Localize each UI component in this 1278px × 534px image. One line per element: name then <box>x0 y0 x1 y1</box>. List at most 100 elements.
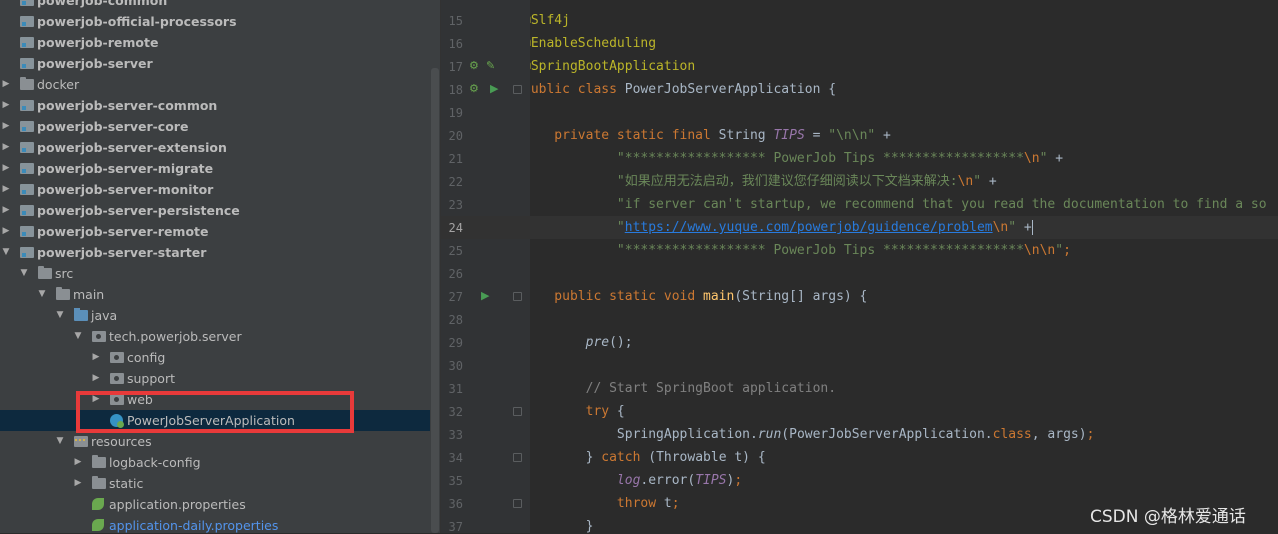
expand-down-icon[interactable]: ▼ <box>1 242 11 263</box>
expand-down-icon[interactable]: ▼ <box>19 263 29 284</box>
tree-item[interactable]: ▼ powerjob-server-starter <box>0 242 430 263</box>
tree-item-label: powerjob-server-remote <box>37 224 209 239</box>
tree-item-label: java <box>91 308 118 323</box>
module-icon <box>20 58 34 69</box>
expand-right-icon[interactable]: ▶ <box>1 137 11 158</box>
expand-down-icon[interactable]: ▼ <box>55 305 65 326</box>
code-line[interactable]: @SpringBootApplication <box>530 55 695 78</box>
code-token: " <box>973 174 982 189</box>
code-token: "如果应用无法启动，我们建议您仔细阅读以下文档来解决: <box>616 174 958 189</box>
code-line[interactable]: } catch (Throwable t) { <box>530 446 766 469</box>
tree-item[interactable]: ▶ powerjob-server-common <box>0 95 430 116</box>
code-token: ; <box>1063 243 1071 258</box>
code-line[interactable]: "if server can't startup, we recommend t… <box>530 193 1267 216</box>
fold-marker-icon[interactable] <box>513 453 522 462</box>
code-line[interactable]: "****************** PowerJob Tips ******… <box>530 239 1071 262</box>
tree-item[interactable]: powerjob-remote <box>0 32 430 53</box>
tree-item[interactable]: ▶ powerjob-server-migrate <box>0 158 430 179</box>
code-token: PowerJobServerApplication { <box>624 82 837 97</box>
line-number: 23 <box>448 198 463 212</box>
code-editor[interactable]: @Slf4j @EnableScheduling @SpringBootApplic… <box>530 0 1278 533</box>
tree-item[interactable]: ▶ docker <box>0 74 430 95</box>
tree-item[interactable]: ▶ config <box>0 347 430 368</box>
fold-marker-icon[interactable] <box>513 407 522 416</box>
run-icon[interactable]: ▶ <box>490 83 498 95</box>
code-token: pre <box>585 335 610 350</box>
code-line[interactable]: "****************** PowerJob Tips ******… <box>530 147 1063 170</box>
line-number: 37 <box>448 520 463 534</box>
code-line[interactable]: // Start SpringBoot application. <box>530 377 836 400</box>
fold-marker-icon[interactable] <box>513 499 522 508</box>
code-line[interactable]: "https://www.yuque.com/powerjob/guidence… <box>530 216 1033 239</box>
expand-right-icon[interactable]: ▶ <box>1 200 11 221</box>
line-number: 22 <box>448 175 463 189</box>
code-token: SpringApplication. <box>530 427 758 442</box>
code-token: run <box>757 427 782 442</box>
code-token: https://www.yuque.com/powerjob/guidence/… <box>624 220 993 235</box>
tree-item[interactable]: ▼ resources <box>0 431 430 452</box>
project-tree-scrollbar[interactable] <box>430 0 440 533</box>
spring-bean-icon[interactable]: ⚙ <box>469 60 479 72</box>
code-line[interactable]: try { <box>530 400 625 423</box>
line-number: 30 <box>448 359 463 373</box>
expand-right-icon[interactable]: ▶ <box>1 221 11 242</box>
line-number: 15 <box>448 14 463 28</box>
code-line[interactable]: @EnableScheduling <box>530 32 656 55</box>
code-token: = <box>804 128 829 143</box>
expand-right-icon[interactable]: ▶ <box>1 74 11 95</box>
tree-item[interactable]: ▼ main <box>0 284 430 305</box>
code-token: catch <box>601 450 649 465</box>
tree-item[interactable]: ▶ support <box>0 368 430 389</box>
tree-item[interactable]: ▶ powerjob-server-remote <box>0 221 430 242</box>
tree-item[interactable]: powerjob-server <box>0 53 430 74</box>
tree-item[interactable]: ▼ java <box>0 305 430 326</box>
code-line[interactable]: log.error(TIPS); <box>530 469 742 492</box>
expand-down-icon[interactable]: ▼ <box>73 326 83 347</box>
expand-down-icon[interactable]: ▼ <box>55 431 65 452</box>
project-tree-panel[interactable]: powerjob-common powerjob-official-process… <box>0 0 430 533</box>
tree-item[interactable]: ▶ powerjob-server-persistence <box>0 200 430 221</box>
tree-item[interactable]: powerjob-official-processors <box>0 11 430 32</box>
tree-item[interactable]: ▼ tech.powerjob.server <box>0 326 430 347</box>
line-number: 28 <box>448 313 463 327</box>
editor-gutter[interactable]: 151617⚙✎18⚙▶192021222324💡252627▶28293031… <box>441 0 546 534</box>
code-line[interactable]: @Slf4j <box>530 9 570 32</box>
tree-item[interactable]: application-daily.properties <box>0 515 430 533</box>
tree-item[interactable]: ▼ src <box>0 263 430 284</box>
run-icon[interactable]: ▶ <box>481 290 489 302</box>
tree-item[interactable]: powerjob-common <box>0 0 430 11</box>
scrollbar-thumb[interactable] <box>431 68 439 533</box>
expand-right-icon[interactable]: ▶ <box>1 179 11 200</box>
code-line[interactable]: pre(); <box>530 331 633 354</box>
code-line[interactable]: private static final String TIPS = "\n\n… <box>530 124 891 147</box>
expand-right-icon[interactable]: ▶ <box>73 452 83 473</box>
fold-marker-icon[interactable] <box>513 85 522 94</box>
code-line[interactable]: public static void main(String[] args) { <box>530 285 867 308</box>
expand-right-icon[interactable]: ▶ <box>91 368 101 389</box>
code-line[interactable]: SpringApplication.run(PowerJobServerAppl… <box>530 423 1094 446</box>
expand-right-icon[interactable]: ▶ <box>1 95 11 116</box>
tree-item-label: config <box>127 350 166 365</box>
tree-item[interactable]: application.properties <box>0 494 430 515</box>
expand-right-icon[interactable]: ▶ <box>73 473 83 494</box>
tree-item[interactable]: ▶ powerjob-server-core <box>0 116 430 137</box>
expand-down-icon[interactable]: ▼ <box>37 284 47 305</box>
fold-marker-icon[interactable] <box>513 292 522 301</box>
tree-item[interactable]: ▶ powerjob-server-monitor <box>0 179 430 200</box>
code-token: (Throwable t) { <box>648 450 766 465</box>
spring-bean-icon[interactable]: ⚙ <box>469 83 479 95</box>
code-line[interactable]: "如果应用无法启动，我们建议您仔细阅读以下文档来解决:\n" + <box>530 170 997 193</box>
tree-item-label: main <box>73 287 105 302</box>
tree-item[interactable]: ▶ powerjob-server-extension <box>0 137 430 158</box>
code-line[interactable]: } <box>530 515 594 533</box>
expand-right-icon[interactable]: ▶ <box>91 347 101 368</box>
expand-right-icon[interactable]: ▶ <box>1 158 11 179</box>
tree-item[interactable]: ▶ static <box>0 473 430 494</box>
code-line[interactable]: public class PowerJobServerApplication { <box>530 78 836 101</box>
expand-right-icon[interactable]: ▶ <box>1 116 11 137</box>
spring-mapping-icon[interactable]: ✎ <box>486 60 495 72</box>
tree-item[interactable]: ▶ logback-config <box>0 452 430 473</box>
code-line[interactable]: throw t; <box>530 492 680 515</box>
watermark-text: CSDN @格林爱通话 <box>1090 507 1246 527</box>
